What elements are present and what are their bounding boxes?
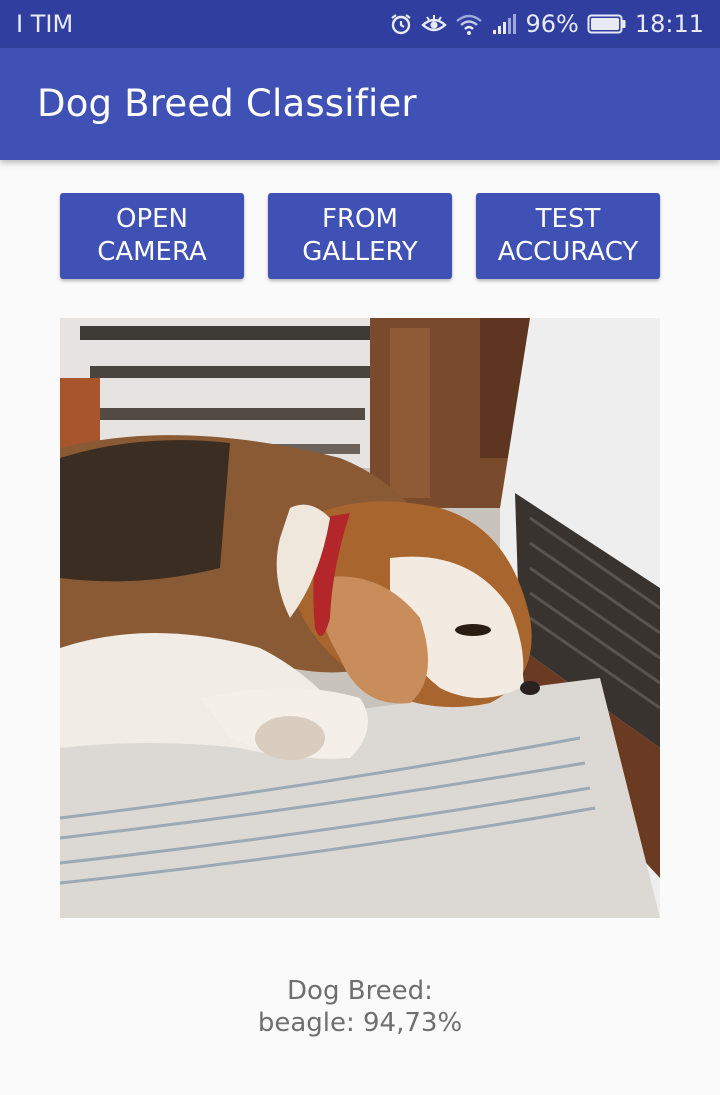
from-gallery-label-line-2: GALLERY [302,237,418,267]
signal-icon [491,12,517,36]
test-accuracy-label-line-2: ACCURACY [497,237,639,267]
battery-icon [587,13,627,35]
status-icons: 96% 18:11 [389,8,704,40]
status-bar: I TIM 96% 18:11 [0,0,720,48]
open-camera-button[interactable]: OPEN CAMERA [60,193,244,279]
from-gallery-button[interactable]: FROM GALLERY [268,193,452,279]
from-gallery-label-line-1: FROM [322,204,398,234]
result-label: Dog Breed: [287,976,433,1006]
battery-percent: 96% [525,10,579,38]
clock: 18:11 [634,10,704,38]
wifi-icon [455,12,483,36]
classification-result: Dog Breed: beagle: 94,73% [0,975,720,1039]
app-title: Dog Breed Classifier [37,82,417,125]
test-accuracy-button[interactable]: TEST ACCURACY [476,193,660,279]
open-camera-label-line-1: OPEN [115,204,189,234]
dog-photo [60,318,660,918]
result-value: beagle: 94,73% [257,1008,463,1038]
test-accuracy-label-line-1: TEST [535,204,601,234]
eye-icon [421,12,448,36]
app-bar: Dog Breed Classifier [0,48,720,160]
alarm-icon [389,12,413,36]
open-camera-label-line-2: CAMERA [97,237,207,267]
carrier-name: I TIM [16,10,74,38]
